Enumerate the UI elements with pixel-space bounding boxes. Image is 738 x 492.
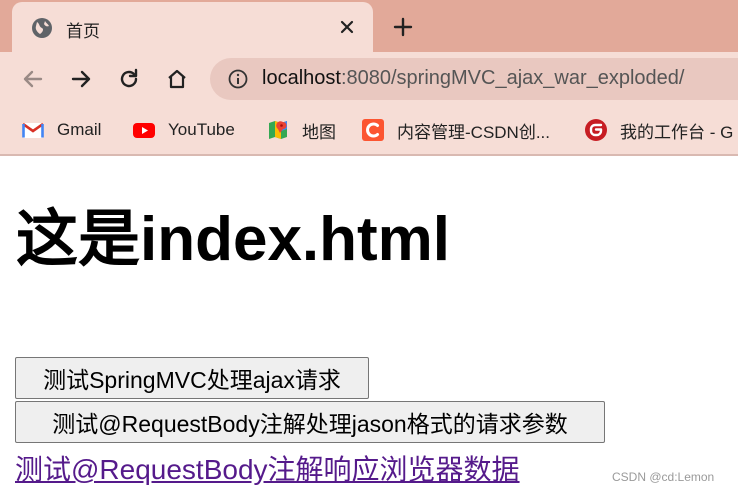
bookmark-gmail[interactable]: Gmail — [21, 118, 101, 142]
bookmark-label: YouTube — [168, 120, 235, 139]
gitee-icon — [585, 119, 607, 141]
test-response-body-link[interactable]: 测试@RequestBody注解响应浏览器数据 — [15, 448, 520, 488]
url-host: localhost — [262, 67, 341, 89]
reload-button[interactable] — [115, 65, 143, 93]
plus-icon — [393, 17, 413, 37]
info-icon[interactable] — [228, 69, 248, 89]
tab-title: 首页 — [66, 22, 100, 41]
url-text: localhost:8080/springMVC_ajax_war_explod… — [262, 67, 684, 90]
bookmark-maps[interactable]: 地图 — [266, 118, 336, 142]
forward-button[interactable] — [67, 65, 95, 93]
tab-strip: 首页 — [0, 0, 738, 52]
new-tab-button[interactable] — [390, 14, 416, 40]
bookmark-label: 地图 — [302, 122, 336, 142]
globe-icon — [32, 18, 52, 38]
watermark: CSDN @cd:Lemon — [612, 470, 715, 484]
home-icon — [168, 69, 186, 89]
bookmark-label: 内容管理-CSDN创... — [397, 122, 550, 142]
home-button[interactable] — [163, 65, 191, 93]
arrow-right-icon — [71, 70, 91, 88]
back-button[interactable] — [19, 65, 47, 93]
bookmark-gitee[interactable]: 我的工作台 - G — [584, 118, 733, 142]
tab-home[interactable]: 首页 — [12, 2, 373, 52]
page-heading: 这是index.html — [16, 205, 451, 274]
address-bar[interactable]: localhost:8080/springMVC_ajax_war_explod… — [210, 58, 738, 100]
csdn-icon — [362, 119, 384, 141]
bookmark-csdn[interactable]: 内容管理-CSDN创... — [361, 118, 550, 142]
url-path: :8080/springMVC_ajax_war_exploded/ — [340, 67, 685, 89]
bookmark-youtube[interactable]: YouTube — [132, 118, 235, 142]
youtube-icon — [133, 123, 155, 138]
maps-icon — [269, 121, 287, 139]
tab-close-button[interactable] — [334, 14, 360, 40]
bookmark-label: Gmail — [57, 120, 102, 139]
browser-toolbar: localhost:8080/springMVC_ajax_war_explod… — [0, 52, 738, 106]
bookmark-label: 我的工作台 - G — [620, 122, 734, 142]
reload-icon — [120, 68, 138, 88]
test-request-body-json-button[interactable]: 测试@RequestBody注解处理jason格式的请求参数 — [15, 401, 605, 443]
test-ajax-button[interactable]: 测试SpringMVC处理ajax请求 — [15, 357, 369, 399]
arrow-left-icon — [23, 70, 43, 88]
close-icon — [340, 20, 354, 34]
gmail-icon — [22, 122, 44, 138]
bookmarks-bar: Gmail YouTube 地图 内容管理-CSDN创... 我的工作台 - G — [0, 106, 738, 156]
